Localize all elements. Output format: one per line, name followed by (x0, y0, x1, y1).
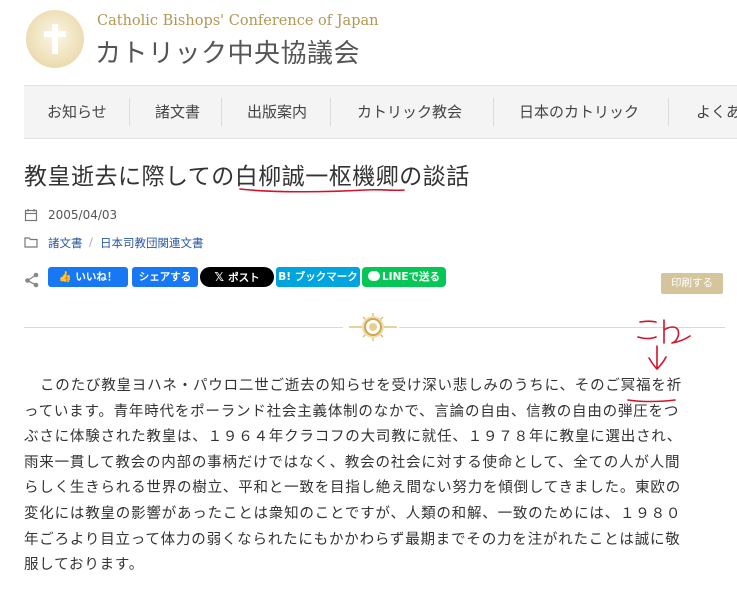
body-line: 変化には教皇の影響があったことは衆知のことですが、人類の和解、一致のためには、１… (24, 505, 682, 522)
nav-separator (668, 98, 669, 126)
share-icon[interactable] (24, 272, 40, 288)
nav-item-news[interactable]: お知らせ (47, 101, 107, 122)
line-send-button[interactable]: LINEで送る (362, 267, 446, 287)
category-link-bishops-docs[interactable]: 日本司教団関連文書 (100, 235, 204, 251)
nav-separator (129, 98, 130, 126)
body-line: っています。青年時代をポーランド社会主義体制のなかで、言論の自由、信教の自由の弾… (24, 403, 680, 420)
facebook-like-button[interactable]: 👍 いいね！ (48, 267, 128, 287)
thumbs-up-icon: 👍 (58, 271, 76, 283)
category-separator: / (89, 235, 93, 249)
nav-separator (330, 98, 331, 126)
cross-icon (44, 24, 66, 54)
post-date: 2005/04/03 (48, 208, 118, 222)
calendar-icon (24, 209, 38, 222)
arrow-down-annotation (648, 345, 667, 370)
nav-separator (221, 98, 222, 126)
line-icon (367, 271, 380, 281)
facebook-share-button[interactable]: シェアする (132, 267, 198, 287)
body-line: 年ごろより目立って体力の弱くなられたにもかかわらず最期までその力を注がれたことは… (24, 531, 681, 548)
main-nav: お知らせ 諸文書 出版案内 カトリック教会 日本のカトリック よくあ (24, 85, 737, 139)
print-button[interactable]: 印刷する (661, 273, 723, 294)
site-logo[interactable] (26, 10, 84, 68)
folder-icon (24, 237, 38, 248)
handwritten-kore-annotation (637, 319, 691, 344)
article-body: このたび教皇ヨハネ・パウロ二世ご逝去の知らせを受け深い悲しみのうちに、そのご冥福… (24, 374, 724, 579)
nav-item-faq[interactable]: よくあ (696, 101, 737, 122)
category-link-documents[interactable]: 諸文書 (48, 235, 83, 251)
divider-line-right (399, 327, 725, 328)
nav-separator (493, 98, 494, 126)
body-line: らしく生きられる世界の樹立、平和と一致を目指し絶え間ない努力を傾倒してきました。… (24, 480, 682, 497)
site-name-ja[interactable]: カトリック中央協議会 (95, 33, 360, 70)
body-line: 雨来一貫して教会の内部の事柄だけではなく、教会の社会に対する使命として、全ての人… (24, 454, 681, 471)
page-title: 教皇逝去に際しての白柳誠一枢機卿の談話 (24, 164, 470, 190)
body-line: このたび教皇ヨハネ・パウロ二世ご逝去の知らせを受け深い悲しみのうちに、そのご冥福… (40, 378, 682, 394)
x-post-button[interactable]: 𝕏 ポスト (200, 267, 274, 287)
x-logo-icon: 𝕏 (214, 270, 229, 284)
nav-item-documents[interactable]: 諸文書 (155, 101, 200, 122)
hatena-bookmark-button[interactable]: B! ブックマーク (276, 267, 360, 287)
divider-line-left (24, 327, 343, 328)
body-line: 服しております。 (24, 557, 145, 574)
nav-item-japan-catholic[interactable]: 日本のカトリック (519, 101, 639, 122)
sun-ornament-icon (349, 313, 397, 341)
hatena-b-icon: B! (278, 271, 295, 283)
site-name-en[interactable]: Catholic Bishops' Conference of Japan (97, 13, 378, 29)
body-line: ぶさに体験された教皇は、１９６４年クラコフの大司教に就任、１９７８年に教皇に選出… (24, 429, 683, 446)
nav-item-catholic-church[interactable]: カトリック教会 (357, 101, 462, 122)
nav-item-publications[interactable]: 出版案内 (247, 101, 307, 122)
